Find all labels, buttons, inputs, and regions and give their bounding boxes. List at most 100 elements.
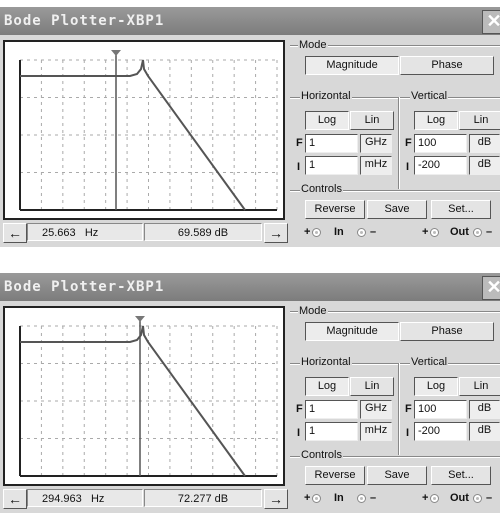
readout-bar: ← 25.663 Hz 69.589 dB → + In – + Out – (0, 221, 500, 245)
vertical-log-button[interactable]: Log (414, 377, 458, 396)
bode-plot-svg (19, 50, 278, 211)
in-plus-terminal-icon[interactable] (312, 228, 321, 237)
in-plus-label: + (304, 492, 311, 504)
out-minus-terminal-icon[interactable] (473, 228, 482, 237)
vertical-final-label: F (404, 137, 413, 149)
horizontal-initial-input[interactable]: 1 (305, 422, 358, 441)
set-button[interactable]: Set... (431, 200, 491, 219)
bode-plot-display[interactable] (3, 40, 285, 220)
frequency-value: 294.963 (42, 493, 82, 505)
horizontal-label: Horizontal (300, 356, 352, 368)
horizontal-final-input[interactable]: 1 (305, 400, 358, 419)
frequency-readout: 294.963 Hz (27, 489, 143, 507)
in-minus-label: – (370, 226, 377, 238)
out-label: Out (450, 226, 469, 238)
vertical-log-button[interactable]: Log (414, 111, 458, 130)
settings-panel: Mode Magnitude Phase Horizontal Vertical… (290, 303, 500, 488)
frequency-unit: Hz (84, 227, 99, 239)
horizontal-final-label: F (295, 137, 304, 149)
mode-label: Mode (298, 305, 328, 317)
horizontal-initial-label: I (296, 161, 302, 173)
vertical-initial-unit[interactable]: dB (469, 156, 500, 175)
horizontal-final-unit[interactable]: GHz (360, 134, 392, 153)
window-title: Bode Plotter-XBP1 (0, 7, 500, 35)
out-minus-label: – (486, 226, 493, 238)
horizontal-initial-label: I (296, 427, 302, 439)
readout-bar: ← 294.963 Hz 72.277 dB → + In – + Out – (0, 487, 500, 511)
frequency-readout: 25.663 Hz (27, 223, 143, 241)
vertical-initial-input[interactable]: -200 (414, 156, 467, 175)
reverse-button[interactable]: Reverse (305, 466, 365, 485)
mode-label: Mode (298, 39, 328, 51)
vertical-final-label: F (404, 403, 413, 415)
phase-button[interactable]: Phase (400, 56, 494, 75)
horizontal-final-label: F (295, 403, 304, 415)
out-minus-terminal-icon[interactable] (473, 494, 482, 503)
in-minus-label: – (370, 492, 377, 504)
set-button[interactable]: Set... (431, 466, 491, 485)
frequency-value: 25.663 (42, 227, 76, 239)
save-button[interactable]: Save (367, 466, 427, 485)
bode-plotter-window: Bode Plotter-XBP1 ✕ Mode Magnitude Phase… (0, 7, 500, 247)
save-button[interactable]: Save (367, 200, 427, 219)
out-plus-label: + (422, 226, 429, 238)
out-label: Out (450, 492, 469, 504)
cursor-handle-icon[interactable] (111, 50, 121, 56)
in-minus-terminal-icon[interactable] (357, 228, 366, 237)
in-plus-terminal-icon[interactable] (312, 494, 321, 503)
close-icon[interactable]: ✕ (482, 10, 500, 34)
horizontal-initial-unit[interactable]: mHz (360, 156, 392, 175)
in-label: In (334, 492, 344, 504)
plot-grid (20, 325, 278, 476)
vertical-label: Vertical (410, 356, 449, 368)
horizontal-final-input[interactable]: 1 (305, 134, 358, 153)
cursor-left-arrow-icon[interactable]: ← (3, 489, 27, 509)
horizontal-initial-unit[interactable]: mHz (360, 422, 392, 441)
vertical-final-input[interactable]: 100 (414, 134, 467, 153)
horizontal-log-button[interactable]: Log (305, 377, 349, 396)
magnitude-button[interactable]: Magnitude (305, 56, 399, 75)
out-plus-terminal-icon[interactable] (430, 228, 439, 237)
in-plus-label: + (304, 226, 311, 238)
settings-panel: Mode Magnitude Phase Horizontal Vertical… (290, 37, 500, 222)
phase-button[interactable]: Phase (400, 322, 494, 341)
vertical-final-input[interactable]: 100 (414, 400, 467, 419)
vertical-lin-button[interactable]: Lin (459, 377, 500, 396)
bode-plotter-window: Bode Plotter-XBP1 ✕ Mode Magnitude Phase… (0, 273, 500, 513)
in-label: In (334, 226, 344, 238)
vertical-label: Vertical (410, 90, 449, 102)
plot-grid (20, 59, 278, 210)
out-plus-label: + (422, 492, 429, 504)
controls-label: Controls (300, 449, 343, 461)
bode-plot-display[interactable] (3, 306, 285, 486)
magnitude-readout: 69.589 dB (144, 223, 262, 241)
window-title: Bode Plotter-XBP1 (0, 273, 500, 301)
controls-label: Controls (300, 183, 343, 195)
horizontal-lin-button[interactable]: Lin (350, 377, 394, 396)
cursor-right-arrow-icon[interactable]: → (264, 223, 288, 243)
horizontal-label: Horizontal (300, 90, 352, 102)
vertical-final-unit[interactable]: dB (469, 400, 500, 419)
vertical-initial-label: I (405, 427, 411, 439)
in-minus-terminal-icon[interactable] (357, 494, 366, 503)
vertical-initial-label: I (405, 161, 411, 173)
horizontal-log-button[interactable]: Log (305, 111, 349, 130)
vertical-initial-input[interactable]: -200 (414, 422, 467, 441)
horizontal-lin-button[interactable]: Lin (350, 111, 394, 130)
vertical-lin-button[interactable]: Lin (459, 111, 500, 130)
cursor-left-arrow-icon[interactable]: ← (3, 223, 27, 243)
close-icon[interactable]: ✕ (482, 276, 500, 300)
magnitude-button[interactable]: Magnitude (305, 322, 399, 341)
vertical-initial-unit[interactable]: dB (469, 422, 500, 441)
cursor-handle-icon[interactable] (135, 316, 145, 322)
magnitude-readout: 72.277 dB (144, 489, 262, 507)
vertical-final-unit[interactable]: dB (469, 134, 500, 153)
horizontal-final-unit[interactable]: GHz (360, 400, 392, 419)
horizontal-initial-input[interactable]: 1 (305, 156, 358, 175)
bode-plot-svg (19, 316, 278, 477)
cursor-right-arrow-icon[interactable]: → (264, 489, 288, 509)
frequency-unit: Hz (90, 493, 105, 505)
out-minus-label: – (486, 492, 493, 504)
reverse-button[interactable]: Reverse (305, 200, 365, 219)
out-plus-terminal-icon[interactable] (430, 494, 439, 503)
